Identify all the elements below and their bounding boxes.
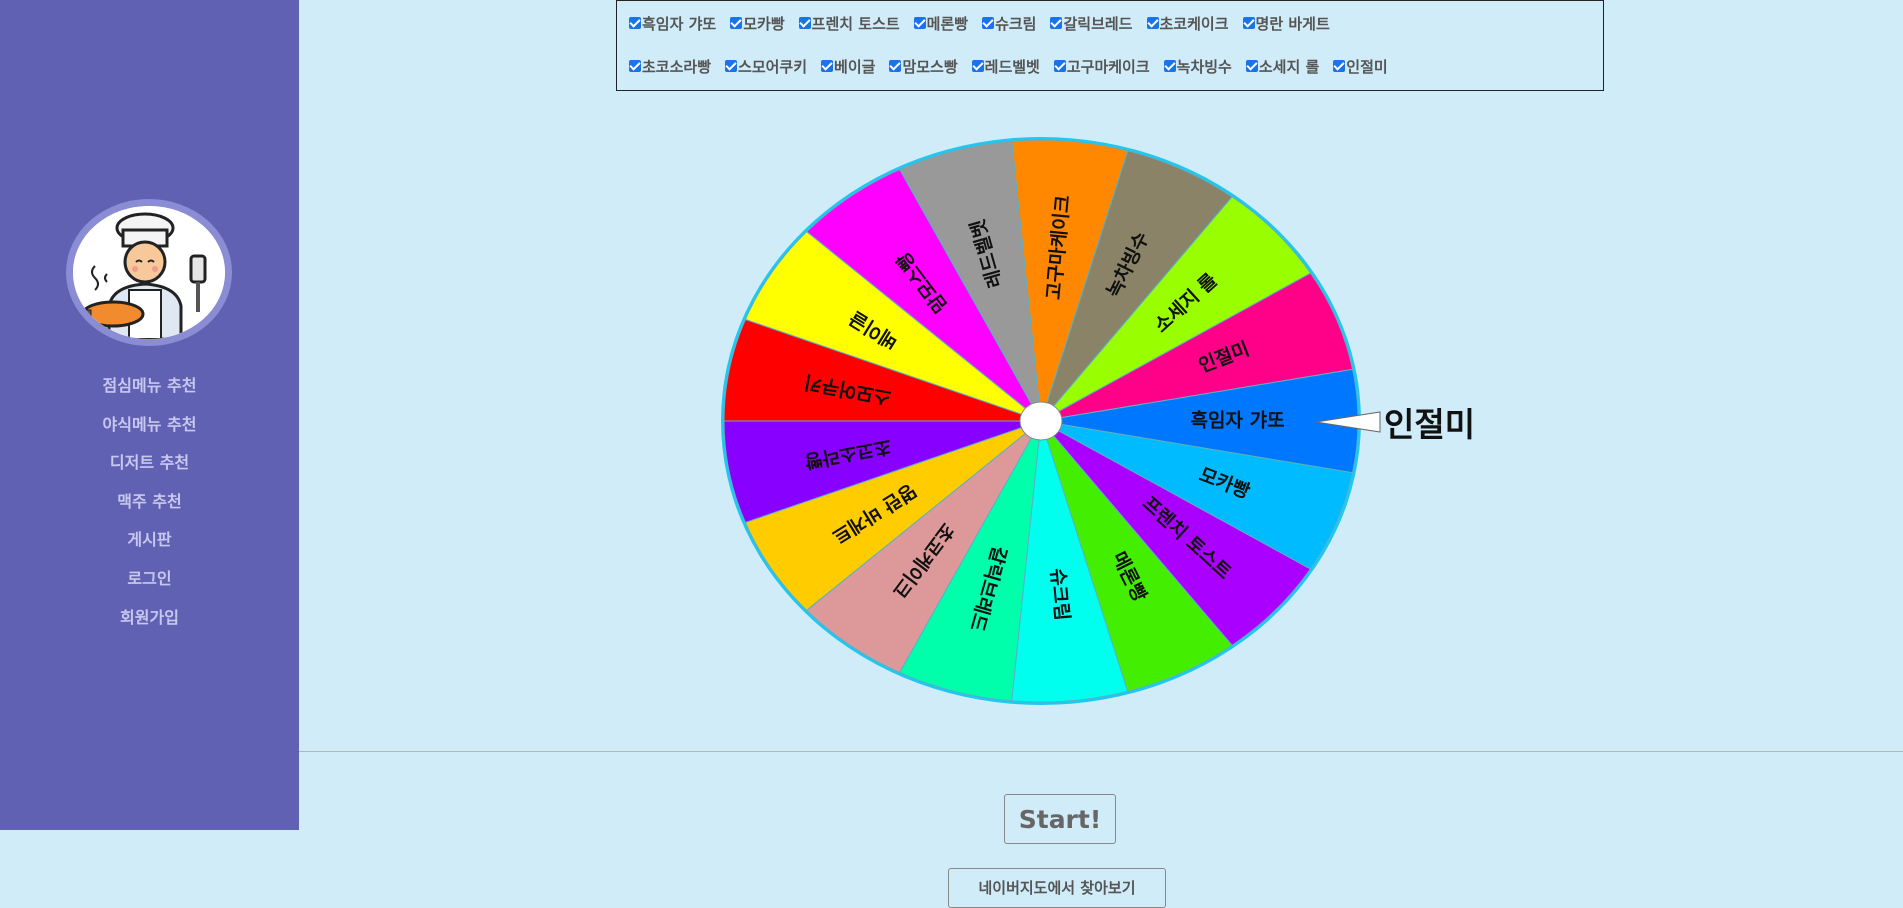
menu-option-checkbox[interactable]: 모카빵 [730, 13, 785, 34]
sidebar-item-beer[interactable]: 맥주 추천 [0, 489, 299, 528]
menu-option-checkbox[interactable]: 프렌치 토스트 [798, 13, 900, 34]
menu-option-checkbox[interactable]: 맘모스빵 [889, 56, 958, 77]
checkbox-checked-icon[interactable] [889, 60, 902, 72]
menu-option-label: 슈크림 [995, 14, 1037, 33]
menu-option-label: 초코소라빵 [642, 57, 712, 76]
sidebar-nav: 점심메뉴 추천 야식메뉴 추천 디저트 추천 맥주 추천 게시판 로그인 회원가… [0, 373, 299, 643]
avatar [66, 199, 232, 346]
menu-option-checkbox[interactable]: 인절미 [1333, 56, 1388, 77]
menu-option-label: 모카빵 [743, 14, 785, 33]
checkbox-checked-icon[interactable] [1333, 60, 1346, 72]
checkbox-checked-icon[interactable] [629, 60, 641, 72]
checkbox-checked-icon[interactable] [725, 60, 738, 72]
divider [299, 751, 1903, 752]
menu-option-checkbox[interactable]: 명란 바게트 [1242, 13, 1330, 34]
wheel-segment-label: 흑임자 갸또 [1191, 409, 1285, 432]
menu-option-label: 명란 바게트 [1255, 14, 1330, 33]
wheel-hub [1019, 401, 1063, 441]
sidebar-item-board[interactable]: 게시판 [0, 527, 299, 566]
menu-option-label: 소세지 롤 [1258, 57, 1320, 76]
start-button[interactable]: Start! [1004, 794, 1116, 844]
menu-option-checkbox[interactable]: 소세지 롤 [1245, 56, 1320, 77]
checkbox-checked-icon[interactable] [821, 60, 834, 72]
checkbox-checked-icon[interactable] [982, 17, 995, 29]
sidebar: 점심메뉴 추천 야식메뉴 추천 디저트 추천 맥주 추천 게시판 로그인 회원가… [0, 0, 299, 830]
checkbox-checked-icon[interactable] [1050, 17, 1063, 29]
sidebar-item-signup[interactable]: 회원가입 [0, 605, 299, 644]
menu-option-label: 인절미 [1346, 57, 1388, 76]
sidebar-item-late-night[interactable]: 야식메뉴 추천 [0, 412, 299, 451]
menu-option-label: 갈릭브레드 [1063, 14, 1133, 33]
checkbox-checked-icon[interactable] [1163, 60, 1176, 72]
menu-option-label: 베이글 [834, 57, 876, 76]
menu-option-checkbox[interactable]: 초코케이크 [1146, 13, 1229, 34]
menu-option-label: 고구마케이크 [1066, 57, 1150, 76]
result-label: 인절미 [1384, 405, 1476, 444]
menu-option-label: 녹차빙수 [1176, 57, 1232, 76]
menu-option-label: 맘모스빵 [902, 57, 958, 76]
menu-option-label: 초코케이크 [1159, 14, 1229, 33]
sidebar-item-login[interactable]: 로그인 [0, 566, 299, 605]
checkbox-checked-icon[interactable] [629, 17, 641, 29]
checkbox-checked-icon[interactable] [1242, 17, 1255, 29]
menu-option-label: 스모어쿠키 [738, 57, 808, 76]
checkbox-checked-icon[interactable] [730, 17, 743, 29]
menu-options-panel: 흑임자 갸또 모카빵 프렌치 토스트 메론빵 슈크림 갈릭브레드 초코케이크 명란 바게트 초… [616, 0, 1604, 91]
sidebar-item-dessert[interactable]: 디저트 추천 [0, 450, 299, 489]
menu-option-checkbox[interactable]: 흑임자 갸또 [629, 13, 716, 34]
menu-option-checkbox[interactable]: 슈크림 [982, 13, 1036, 34]
checkbox-checked-icon[interactable] [1245, 60, 1258, 72]
menu-option-label: 레드벨벳 [984, 57, 1040, 76]
menu-option-label: 흑임자 갸또 [642, 14, 717, 33]
naver-map-button[interactable]: 네이버지도에서 찾아보기 [948, 868, 1166, 908]
wheel-graphic: 인절미소세지 롤녹차빙수고구마케이크레드벨벳맘모스빵베이글스모어쿠키초코소라빵명… [721, 137, 1361, 705]
menu-option-label: 프렌치 토스트 [811, 14, 900, 33]
menu-option-checkbox[interactable]: 베이글 [821, 56, 875, 77]
roulette-wheel[interactable]: 인절미 소세지 롤 녹차빙수 고구마케이크 레드벨벳 맘모스빵 베이글 스모어쿠키 초코소라빵 명… [718, 134, 1364, 708]
checkbox-checked-icon[interactable] [1053, 60, 1066, 72]
menu-option-checkbox[interactable]: 갈릭브레드 [1050, 13, 1133, 34]
checkbox-checked-icon[interactable] [971, 60, 984, 72]
menu-option-checkbox[interactable]: 레드벨벳 [971, 56, 1040, 77]
options-row-1: 흑임자 갸또 모카빵 프렌치 토스트 메론빵 슈크림 갈릭브레드 초코케이크 명란 바게트 [629, 12, 1344, 34]
menu-option-checkbox[interactable]: 고구마케이크 [1053, 56, 1150, 77]
checkbox-checked-icon[interactable] [798, 17, 811, 29]
wheel-pointer-icon [1315, 411, 1381, 433]
chef-icon [73, 206, 225, 339]
menu-option-checkbox[interactable]: 초코소라빵 [629, 56, 711, 77]
menu-option-checkbox[interactable]: 메론빵 [913, 13, 969, 34]
menu-option-checkbox[interactable]: 스모어쿠키 [725, 56, 807, 77]
menu-option-label: 메론빵 [926, 14, 969, 33]
checkbox-checked-icon[interactable] [1146, 17, 1159, 29]
menu-option-checkbox[interactable]: 녹차빙수 [1163, 56, 1232, 77]
checkbox-checked-icon[interactable] [913, 17, 926, 29]
options-row-2: 초코소라빵 스모어쿠키 베이글 맘모스빵 레드벨벳 고구마케이크 녹차빙수 소세지 롤 인절미 [629, 55, 1402, 77]
sidebar-item-lunch[interactable]: 점심메뉴 추천 [0, 373, 299, 412]
